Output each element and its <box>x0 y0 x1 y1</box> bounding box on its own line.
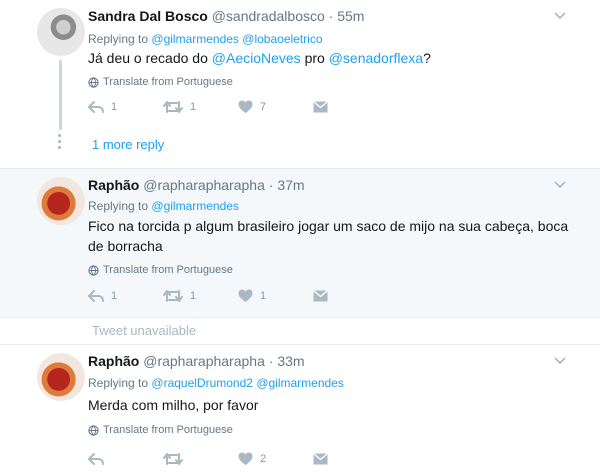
like-count: 1 <box>260 290 267 302</box>
like-button[interactable]: 2 <box>238 452 313 466</box>
tweet-header: Sandra Dal Bosco @sandradalbosco · 55m <box>88 8 364 24</box>
heart-icon <box>238 452 253 465</box>
avatar[interactable] <box>37 177 85 225</box>
envelope-icon <box>313 290 328 302</box>
retweet-count: 1 <box>190 290 197 302</box>
separator: · <box>328 8 334 24</box>
timestamp[interactable]: 55m <box>337 8 364 24</box>
more-reply-link[interactable]: 1 more reply <box>92 137 164 152</box>
reply-icon <box>88 453 104 465</box>
retweet-icon <box>163 101 183 113</box>
tweet-1[interactable]: Sandra Dal Bosco @sandradalbosco · 55m R… <box>0 0 600 168</box>
mention-link[interactable]: @senadorflexa <box>329 50 423 66</box>
display-name[interactable]: Sandra Dal Bosco <box>88 8 208 24</box>
like-button[interactable]: 1 <box>238 289 313 303</box>
thread-dots <box>58 134 62 152</box>
retweet-button[interactable]: 1 <box>163 289 238 303</box>
retweet-icon <box>163 453 183 465</box>
tweet-unavailable-notice: Tweet unavailable <box>92 323 197 338</box>
tweet-actions: 2 <box>88 452 328 466</box>
chevron-down-icon[interactable] <box>553 356 567 366</box>
timestamp[interactable]: 37m <box>277 177 304 193</box>
direct-message-button[interactable] <box>313 101 328 113</box>
tweet-header: Raphão @rapharapharapha · 37m <box>88 177 305 193</box>
thread-line <box>59 60 62 130</box>
chevron-down-icon[interactable] <box>553 11 567 21</box>
translate-link[interactable]: Translate from Portuguese <box>88 264 233 276</box>
reply-count: 1 <box>111 101 118 113</box>
separator: · <box>268 177 274 193</box>
tweet-3[interactable]: Raphão @rapharapharapha · 33m Replying t… <box>0 345 600 475</box>
globe-icon <box>88 264 99 276</box>
envelope-icon <box>313 101 328 113</box>
mention-link[interactable]: @lobaoeletrico <box>242 32 322 46</box>
globe-icon <box>88 76 99 88</box>
reply-icon <box>88 101 104 113</box>
reply-icon <box>88 290 104 302</box>
direct-message-button[interactable] <box>313 290 328 302</box>
mention-link[interactable]: @AecioNeves <box>212 50 301 66</box>
translate-link[interactable]: Translate from Portuguese <box>88 76 233 88</box>
retweet-icon <box>163 290 183 302</box>
mention-link[interactable]: @gilmarmendes <box>151 32 239 46</box>
user-handle[interactable]: @rapharapharapha <box>143 177 265 193</box>
tweet-text: Merda com milho, por favor <box>88 397 259 413</box>
replying-to: Replying to @gilmarmendes <box>88 199 239 213</box>
chevron-down-icon[interactable] <box>553 180 567 190</box>
envelope-icon <box>313 453 328 465</box>
like-count: 2 <box>260 453 267 465</box>
direct-message-button[interactable] <box>313 453 328 465</box>
tweet-actions: 1 1 7 <box>88 100 328 114</box>
like-button[interactable]: 7 <box>238 100 313 114</box>
user-handle[interactable]: @rapharapharapha <box>143 353 265 369</box>
tweet-2[interactable]: Raphão @rapharapharapha · 37m Replying t… <box>0 169 600 317</box>
retweet-button[interactable] <box>163 452 238 466</box>
mention-link[interactable]: @gilmarmendes <box>256 376 344 390</box>
user-handle[interactable]: @sandradalbosco <box>212 8 325 24</box>
timestamp[interactable]: 33m <box>277 353 304 369</box>
mention-link[interactable]: @raquelDrumond2 <box>151 376 253 390</box>
heart-icon <box>238 289 253 302</box>
reply-button[interactable]: 1 <box>88 289 163 303</box>
avatar[interactable] <box>37 8 85 56</box>
globe-icon <box>88 424 99 436</box>
display-name[interactable]: Raphão <box>88 177 139 193</box>
replying-to: Replying to @gilmarmendes @lobaoeletrico <box>88 32 323 46</box>
tweet-text: Fico na torcida p algum brasileiro jogar… <box>88 218 569 254</box>
reply-count: 1 <box>111 290 118 302</box>
divider <box>0 317 600 318</box>
display-name[interactable]: Raphão <box>88 353 139 369</box>
tweet-text: Já deu o recado do @AecioNeves pro @sena… <box>88 50 431 66</box>
retweet-count: 1 <box>190 101 197 113</box>
like-count: 7 <box>260 101 267 113</box>
mention-link[interactable]: @gilmarmendes <box>151 199 239 213</box>
reply-button[interactable] <box>88 452 163 466</box>
reply-button[interactable]: 1 <box>88 100 163 114</box>
heart-icon <box>238 100 253 113</box>
replying-to: Replying to @raquelDrumond2 @gilmarmende… <box>88 376 344 390</box>
tweet-header: Raphão @rapharapharapha · 33m <box>88 353 305 369</box>
separator: · <box>268 353 274 369</box>
retweet-button[interactable]: 1 <box>163 100 238 114</box>
translate-link[interactable]: Translate from Portuguese <box>88 424 233 436</box>
tweet-actions: 1 1 1 <box>88 289 328 303</box>
avatar[interactable] <box>37 353 85 401</box>
